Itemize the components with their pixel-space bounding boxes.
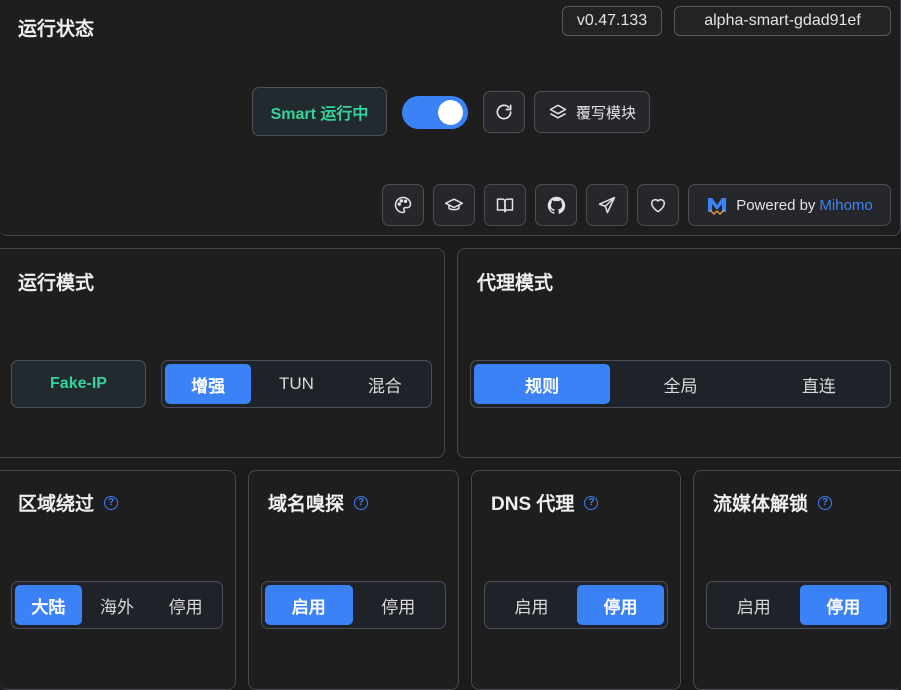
region-bypass-option-disabled[interactable]: 停用 bbox=[152, 585, 219, 625]
dns-proxy-title: DNS 代理 ? bbox=[491, 489, 599, 516]
github-icon bbox=[547, 196, 565, 214]
mihomo-logo-icon bbox=[708, 198, 727, 215]
dns-proxy-selector: 启用 停用 bbox=[484, 581, 668, 629]
region-bypass-selector: 大陆 海外 停用 bbox=[11, 581, 223, 629]
help-icon[interactable]: ? bbox=[818, 495, 833, 510]
dns-proxy-option-disable[interactable]: 停用 bbox=[577, 585, 664, 625]
streaming-unlock-title-text: 流媒体解锁 bbox=[713, 494, 809, 515]
override-module-button[interactable]: 覆写模块 bbox=[534, 91, 650, 133]
run-mode-option-enhanced[interactable]: 增强 bbox=[165, 364, 252, 404]
version-badge: v0.47.133 bbox=[562, 6, 662, 36]
region-bypass-title-text: 区域绕过 bbox=[18, 494, 95, 515]
restart-button[interactable] bbox=[483, 91, 525, 133]
graduation-cap-icon bbox=[444, 198, 464, 211]
sponsor-button[interactable] bbox=[637, 184, 679, 226]
telegram-button[interactable] bbox=[586, 184, 628, 226]
mihomo-brand: Mihomo bbox=[819, 196, 873, 214]
build-badge: alpha-smart-gdad91ef bbox=[674, 6, 891, 36]
streaming-unlock-selector: 启用 停用 bbox=[706, 581, 891, 629]
help-icon[interactable]: ? bbox=[354, 495, 369, 510]
domain-sniff-title: 域名嗅探 ? bbox=[268, 489, 369, 516]
region-bypass-option-mainland[interactable]: 大陆 bbox=[15, 585, 82, 625]
run-mode-selector: 增强 TUN 混合 bbox=[161, 360, 432, 408]
powered-by-mihomo[interactable]: Powered by Mihomo bbox=[688, 184, 891, 226]
theme-button[interactable] bbox=[382, 184, 424, 226]
streaming-unlock-option-enable[interactable]: 启用 bbox=[710, 585, 798, 625]
domain-sniff-option-enable[interactable]: 启用 bbox=[265, 585, 353, 625]
palette-icon bbox=[394, 196, 412, 214]
tutorial-button[interactable] bbox=[433, 184, 475, 226]
refresh-icon bbox=[496, 104, 512, 120]
proxy-mode-selector: 规则 全局 直连 bbox=[470, 360, 891, 408]
toggle-knob bbox=[438, 100, 463, 125]
dns-proxy-title-text: DNS 代理 bbox=[491, 494, 575, 515]
dns-proxy-option-enable[interactable]: 启用 bbox=[488, 585, 575, 625]
github-button[interactable] bbox=[535, 184, 577, 226]
fake-ip-button[interactable]: Fake-IP bbox=[11, 360, 146, 408]
proxy-mode-option-direct[interactable]: 直连 bbox=[751, 364, 887, 404]
proxy-mode-title: 代理模式 bbox=[477, 273, 554, 294]
domain-sniff-option-disable[interactable]: 停用 bbox=[355, 585, 443, 625]
streaming-unlock-title: 流媒体解锁 ? bbox=[713, 489, 833, 516]
telegram-icon bbox=[598, 196, 616, 214]
layers-icon bbox=[549, 104, 567, 119]
proxy-mode-option-rule[interactable]: 规则 bbox=[474, 364, 611, 404]
heart-icon bbox=[651, 199, 665, 213]
status-title: 运行状态 bbox=[18, 19, 95, 40]
run-mode-title: 运行模式 bbox=[18, 273, 95, 294]
streaming-unlock-option-disable[interactable]: 停用 bbox=[799, 585, 887, 625]
smart-running-status[interactable]: Smart 运行中 bbox=[252, 87, 387, 136]
proxy-mode-option-global[interactable]: 全局 bbox=[612, 364, 748, 404]
core-enable-toggle[interactable] bbox=[402, 96, 468, 129]
help-icon[interactable]: ? bbox=[584, 495, 599, 510]
powered-by-label: Powered by bbox=[736, 196, 816, 214]
run-mode-option-mixed[interactable]: 混合 bbox=[342, 364, 428, 404]
help-icon[interactable]: ? bbox=[104, 495, 119, 510]
run-mode-option-tun[interactable]: TUN bbox=[253, 364, 339, 404]
book-icon bbox=[496, 198, 514, 213]
docs-button[interactable] bbox=[484, 184, 526, 226]
override-module-label: 覆写模块 bbox=[575, 104, 636, 122]
domain-sniff-title-text: 域名嗅探 bbox=[268, 494, 345, 515]
domain-sniff-selector: 启用 停用 bbox=[261, 581, 446, 629]
region-bypass-option-overseas[interactable]: 海外 bbox=[84, 585, 151, 625]
region-bypass-title: 区域绕过 ? bbox=[18, 489, 119, 516]
